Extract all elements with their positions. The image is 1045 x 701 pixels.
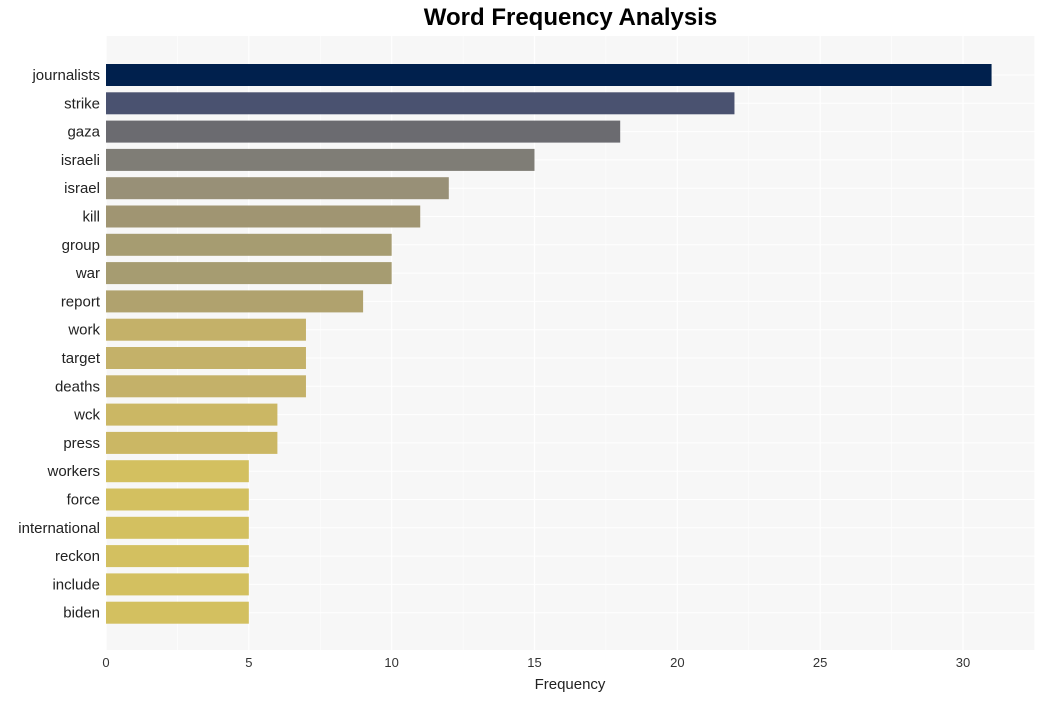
category-label: israeli [61, 152, 100, 169]
category-label: strike [64, 95, 100, 112]
bar-international [106, 516, 249, 539]
category-label: wck [73, 407, 100, 424]
x-tick-label: 15 [527, 655, 541, 670]
category-label: press [63, 435, 100, 452]
category-label: report [61, 293, 101, 310]
category-label: gaza [67, 124, 100, 141]
bar-journalists [106, 64, 992, 86]
bar-group [106, 233, 392, 256]
bar-force [106, 488, 249, 511]
category-label: work [67, 322, 100, 339]
category-label: war [75, 265, 100, 282]
bar-israel [106, 177, 449, 200]
category-label: workers [46, 463, 100, 480]
bar-press [106, 431, 278, 454]
bar-report [106, 290, 364, 313]
bar-chart: journalists strike gaza israeli israel kill gr… [18, 36, 1035, 693]
x-tick-label: 20 [670, 655, 684, 670]
category-label: biden [63, 605, 100, 622]
bar-target [106, 347, 306, 369]
bar-strike [106, 92, 735, 115]
x-tick-label: 5 [245, 655, 252, 670]
category-label: journalists [31, 67, 100, 84]
category-label: deaths [55, 378, 100, 395]
bar-gaza [106, 120, 621, 143]
bar-include [106, 573, 249, 596]
bar-israeli [106, 148, 535, 171]
x-axis-title: Frequency [535, 676, 606, 693]
x-tick-label: 30 [956, 655, 970, 670]
bar-biden [106, 601, 249, 624]
bar-kill [106, 205, 421, 228]
category-label: kill [83, 209, 101, 226]
category-label: reckon [55, 548, 100, 565]
category-label: group [62, 237, 100, 254]
bar-work [106, 318, 306, 341]
x-tick-labels: 0 5 10 15 20 25 30 [102, 655, 970, 670]
bar-reckon [106, 545, 249, 568]
category-label: include [52, 576, 100, 593]
category-label: israel [64, 180, 100, 197]
category-label: international [18, 520, 100, 537]
x-tick-label: 25 [813, 655, 827, 670]
bar-wck [106, 403, 278, 426]
bar-war [106, 262, 392, 285]
category-label: force [67, 492, 100, 509]
x-tick-label: 10 [384, 655, 398, 670]
category-labels: journalists strike gaza israeli israel kill gr… [18, 67, 101, 622]
x-tick-label: 0 [102, 655, 109, 670]
bar-workers [106, 460, 249, 483]
category-label: target [62, 350, 101, 367]
bar-deaths [106, 375, 306, 398]
